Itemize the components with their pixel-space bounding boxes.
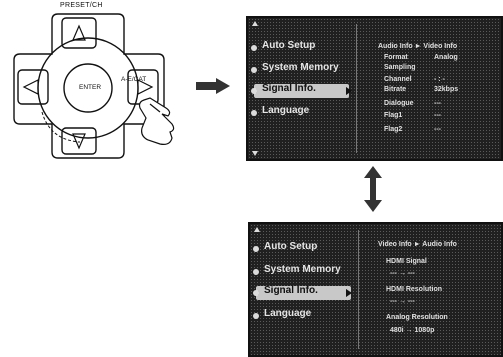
row-value: - : -: [434, 76, 445, 83]
remote-diagram: PRESET/CH A-E/CAT ENTER: [0, 0, 200, 160]
right-arrow-icon: [196, 78, 230, 94]
up-button: [61, 17, 97, 49]
hand-icon: [138, 97, 175, 145]
submenu-arrow-icon: [346, 87, 352, 95]
menu-item-auto-setup[interactable]: Auto Setup: [264, 241, 317, 252]
dpad-drawing: [13, 13, 175, 159]
hdmi-signal-label: HDMI Signal: [386, 258, 427, 265]
row-label: Bitrate: [384, 86, 407, 93]
analog-resolution-label: Analog Resolution: [386, 314, 448, 321]
up-down-arrow-icon: [364, 166, 382, 212]
row-label: Sampling: [384, 64, 416, 71]
menu-item-system-memory[interactable]: System Memory: [262, 62, 339, 73]
row-value: 32kbps: [434, 86, 459, 93]
row-label: Dialogue: [384, 100, 414, 107]
scroll-up-icon: [254, 227, 260, 232]
dpad-ring: [37, 37, 139, 139]
hdmi-resolution-label: HDMI Resolution: [386, 286, 442, 293]
menu-item-system-memory[interactable]: System Memory: [264, 264, 341, 275]
osd-screen-video-info: Auto Setup System Memory Signal Info. La…: [248, 222, 503, 357]
row-value: ---: [434, 112, 441, 119]
info-header: Video Info ► Audio Info: [378, 241, 457, 248]
osd-screen-audio-info: Auto Setup System Memory Signal Info. La…: [246, 16, 503, 161]
row-label: Flag1: [384, 112, 403, 119]
right-button: [127, 69, 159, 105]
menu-item-signal-info[interactable]: Signal Info.: [262, 83, 316, 94]
menu-item-signal-info[interactable]: Signal Info.: [264, 285, 318, 296]
left-button: [17, 69, 49, 105]
hdmi-resolution-value: --- → ---: [390, 298, 415, 305]
row-label: Flag2: [384, 126, 403, 133]
row-value: ---: [434, 100, 441, 107]
menu-item-language[interactable]: Language: [264, 308, 311, 319]
down-button: [61, 127, 97, 155]
submenu-arrow-icon: [346, 289, 352, 297]
scroll-down-icon: [252, 151, 258, 156]
enter-button: [63, 63, 113, 113]
menu-item-auto-setup[interactable]: Auto Setup: [262, 40, 315, 51]
right-arrow-icon: [137, 79, 154, 95]
analog-resolution-value: 480i → 1080p: [390, 327, 435, 334]
row-label: Channel: [384, 76, 412, 83]
row-value: ---: [434, 126, 441, 133]
row-label: Format: [384, 54, 408, 61]
hdmi-signal-value: --- → ---: [390, 270, 415, 277]
menu-item-language[interactable]: Language: [262, 105, 309, 116]
dpad-outline: [13, 13, 165, 159]
left-arrow-icon: [22, 79, 39, 95]
info-header: Audio Info ► Video Info: [378, 43, 458, 50]
scroll-up-icon: [252, 21, 258, 26]
row-value: Analog: [434, 54, 458, 61]
